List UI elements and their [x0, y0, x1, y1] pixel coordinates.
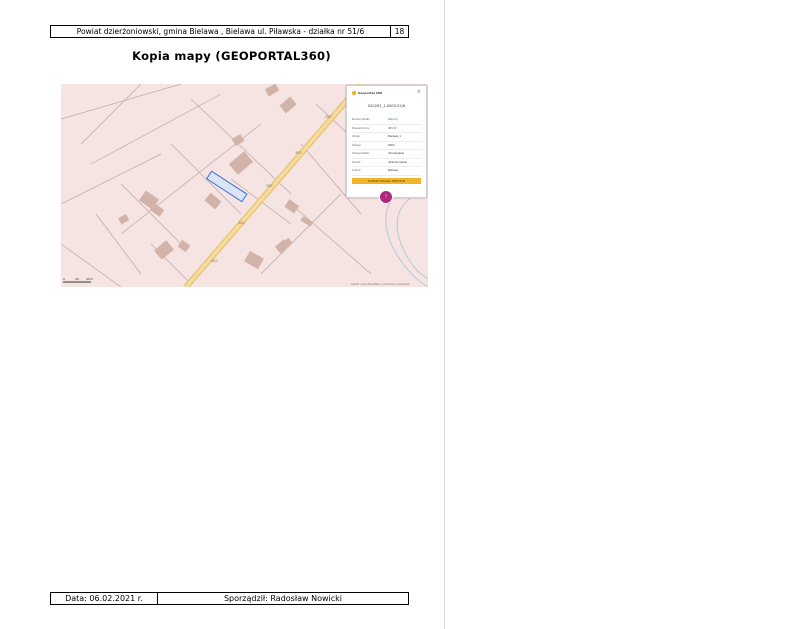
attribute-row: Obszar 0003: [352, 142, 422, 150]
footer-box: Data: 06.02.2021 r. Sporządził: Radosław…: [50, 592, 409, 605]
attribute-row: Obręb Bielawa_1: [352, 133, 422, 142]
logo-icon: [352, 91, 356, 95]
geoportal-logo: Geoportal 360: [352, 91, 382, 95]
map-pin-icon[interactable]: !: [379, 190, 393, 204]
parcel-id: 020202_1.0003.51/6: [367, 104, 406, 108]
scale-label: 0: [63, 277, 65, 281]
parcel-attributes: Rodzaj działki Szkolny Powierzchnia 431 m²…: [352, 116, 422, 184]
attribute-row: Powiat dzierżoniowski: [352, 159, 422, 167]
logo-text: Geoportal 360: [358, 91, 383, 95]
page-title: Kopia mapy (GEOPORTAL360): [132, 49, 331, 63]
parcel-info-popup: Geoportal 360 × 020202_1.0003.51/6 Rodza…: [346, 85, 427, 198]
blank-page-area: [444, 0, 800, 629]
header-location: Powiat dzierżoniowski, gmina Bielawa , B…: [51, 26, 391, 37]
road-label: 382: [238, 221, 245, 225]
footer-date: Data: 06.02.2021 r.: [51, 593, 158, 604]
premium-report-button[interactable]: RAPORT DZIAŁKI PREMIUM: [352, 178, 421, 184]
attribute-row: Rodzaj działki Szkolny: [352, 116, 422, 125]
road-label: 382: [295, 151, 302, 155]
document-page: Powiat dzierżoniowski, gmina Bielawa , B…: [0, 0, 444, 629]
attribute-row: Województwo dolnośląskie: [352, 150, 422, 159]
header-box: Powiat dzierżoniowski, gmina Bielawa , B…: [50, 25, 409, 38]
road-label: 382: [211, 259, 218, 263]
map-image: 382 382 382 382 382 0 20 40m Leaflet | O…: [61, 84, 428, 287]
attribute-row: Gmina Bielawa: [352, 167, 422, 176]
map-attribution: Leaflet | OpenStreetMap contributors | G…: [351, 283, 410, 286]
footer-author: Sporządził: Radosław Nowicki: [223, 594, 343, 603]
road-label: 382: [266, 184, 273, 188]
attribute-row: Powierzchnia 431 m²: [352, 125, 422, 133]
close-icon[interactable]: ×: [417, 89, 421, 95]
scale-label: 40m: [86, 277, 93, 281]
page-number: 18: [394, 27, 405, 36]
road-label: 382: [325, 115, 332, 119]
scale-label: 20: [75, 277, 79, 281]
